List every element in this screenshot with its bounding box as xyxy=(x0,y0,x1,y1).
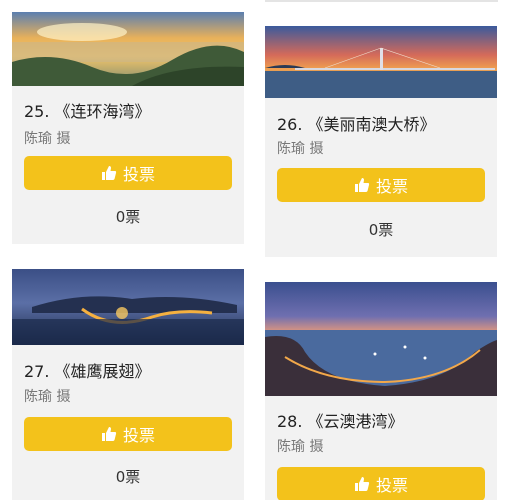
vote-button[interactable]: 投票 xyxy=(24,417,232,451)
card-author: 陈瑜 摄 xyxy=(24,131,71,147)
vote-button-label: 投票 xyxy=(375,476,408,495)
card-author: 陈瑜 摄 xyxy=(277,141,324,157)
photo-image[interactable] xyxy=(12,269,244,345)
vote-count: 0票 xyxy=(115,468,141,486)
card-title: 27. 《雄鹰展翅》 xyxy=(24,362,151,381)
photo-image[interactable] xyxy=(265,282,497,396)
vote-count: 0票 xyxy=(368,221,394,239)
card-title: 26. 《美丽南澳大桥》 xyxy=(277,115,436,134)
thumbs-up-icon xyxy=(354,476,370,492)
card-author: 陈瑜 摄 xyxy=(24,389,71,405)
photo-image[interactable] xyxy=(265,26,497,98)
photo-card-26: 26. 《美丽南澳大桥》 陈瑜 摄 投票 0票 xyxy=(265,26,497,257)
vote-button[interactable]: 投票 xyxy=(277,168,485,202)
vote-button-label: 投票 xyxy=(122,165,155,184)
previous-card-edge xyxy=(265,0,498,2)
card-author: 陈瑜 摄 xyxy=(277,439,324,455)
card-title: 25. 《连环海湾》 xyxy=(24,102,151,121)
card-title: 28. 《云澳港湾》 xyxy=(277,412,404,431)
photo-card-28: 28. 《云澳港湾》 陈瑜 摄 投票 xyxy=(265,282,497,500)
thumbs-up-icon xyxy=(101,165,117,181)
vote-button[interactable]: 投票 xyxy=(24,156,232,190)
photo-card-25: 25. 《连环海湾》 陈瑜 摄 投票 0票 xyxy=(12,12,244,244)
vote-count: 0票 xyxy=(115,208,141,226)
thumbs-up-icon xyxy=(101,426,117,442)
thumbs-up-icon xyxy=(354,177,370,193)
vote-button[interactable]: 投票 xyxy=(277,467,485,500)
vote-button-label: 投票 xyxy=(122,426,155,445)
vote-button-label: 投票 xyxy=(375,177,408,196)
photo-card-27: 27. 《雄鹰展翅》 陈瑜 摄 投票 0票 xyxy=(12,269,244,500)
photo-image[interactable] xyxy=(12,12,244,86)
